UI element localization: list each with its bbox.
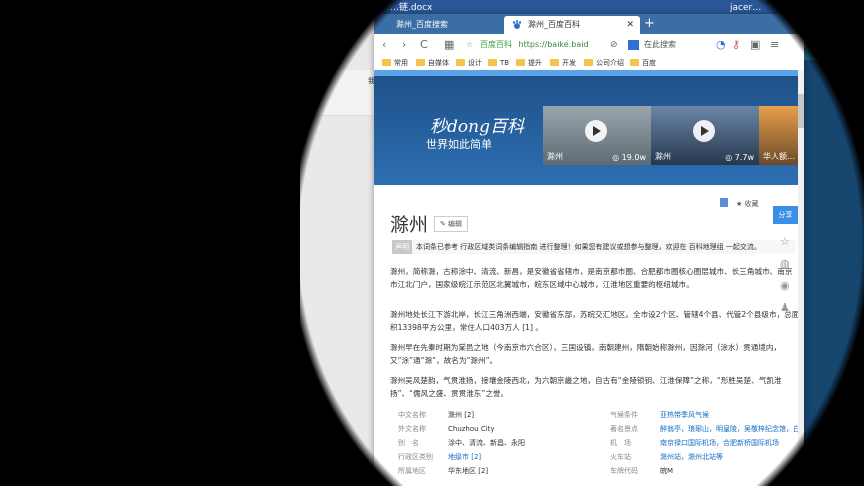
infobox-key: 车牌代码 xyxy=(610,467,638,475)
user-icon[interactable]: ◔ xyxy=(716,37,726,53)
infobox-key: 行政区类别 xyxy=(398,453,433,461)
wechat-icon[interactable]: ◍ xyxy=(780,258,791,269)
infobox-key: 外文名称 xyxy=(398,425,426,433)
grid-icon[interactable]: ▦ xyxy=(444,37,454,53)
bookmark-item[interactable]: 提升 xyxy=(516,56,542,70)
edit-button[interactable]: ✎ 编辑 xyxy=(434,216,468,232)
infobox-value[interactable]: 醉翁亭，琅琊山，明皇陵，吴敬梓纪念馆，白蜡 xyxy=(660,422,798,436)
tab-search-label: 滁州_百度搜索 xyxy=(396,20,448,29)
bookmark-item[interactable]: 常用 xyxy=(382,56,408,70)
word-ribbon: 我 xyxy=(300,70,380,116)
infobox-value[interactable]: 地级市 [2] xyxy=(448,450,481,464)
qq-icon[interactable]: ♟ xyxy=(780,302,791,313)
video-thumbnail[interactable]: 华人额… xyxy=(759,106,798,165)
banner-strip xyxy=(374,70,798,76)
tab-baike-label: 滁州_百度百科 xyxy=(528,20,580,29)
infobox-key: 气候条件 xyxy=(610,411,638,419)
share-button[interactable]: 分享 xyxy=(773,206,798,224)
page-content: 秒dong百科 世界如此简单 滁州 ◎ 19.0w 滁州 ◎ 7.7w 华人额… xyxy=(374,70,798,486)
bookmark-item[interactable]: 公司介绍 xyxy=(584,56,624,70)
infobox-key: 别 名 xyxy=(398,439,419,447)
play-icon[interactable] xyxy=(585,120,607,142)
article-paragraph: 滁州吴风楚韵，气贯淮扬，接壤金陵西北，为六朝京畿之地，自古有“金陵锁钥、江淮保障… xyxy=(390,376,782,398)
infobox-value: 滁州 [2] xyxy=(448,411,475,419)
download-icon[interactable] xyxy=(720,198,728,207)
black-border xyxy=(0,0,300,486)
video-caption: 滁州 xyxy=(547,152,563,161)
back-button[interactable]: ‹ xyxy=(382,37,386,53)
star-icon[interactable]: ☆ xyxy=(780,236,791,247)
search-placeholder: 在此搜索 xyxy=(644,40,676,49)
video-thumbnail[interactable]: 滁州 ◎ 7.7w xyxy=(651,106,759,165)
play-icon[interactable] xyxy=(693,120,715,142)
new-tab-button[interactable]: + xyxy=(644,15,655,33)
address-clear-icon[interactable]: ⊘ xyxy=(610,37,618,53)
scrollbar[interactable] xyxy=(798,70,804,486)
reload-button[interactable]: C xyxy=(420,37,428,53)
video-views: ◎ 19.0w xyxy=(612,153,646,162)
infobox-value[interactable]: 南京禄口国际机场，合肥新桥国际机场 xyxy=(660,436,798,450)
infobox-key: 所属地区 xyxy=(398,467,426,475)
nav-bar: ‹ › C ▦ ☆ 百度百科 https://baike.baid ⊘ 在此搜索… xyxy=(374,34,804,57)
tab-baike[interactable]: 滁州_百度百科 ✕ xyxy=(504,16,640,34)
article-paragraph: 滁州，简称滁，古称涂中、清流、新昌，是安徽省省辖市，是南京都市圈、合肥都市圈核心… xyxy=(390,267,793,289)
infobox-key: 著名景点 xyxy=(610,425,638,433)
infobox-value: 涂中、清流、新昌、永阳 xyxy=(448,439,525,447)
infobox-value: 华东地区 [2] xyxy=(448,467,489,475)
weibo-icon[interactable]: ◉ xyxy=(780,280,791,291)
bookmark-item[interactable]: TB xyxy=(488,56,509,70)
banner: 秒dong百科 世界如此简单 滁州 ◎ 19.0w 滁州 ◎ 7.7w 华人额… xyxy=(374,70,798,185)
article-toolbar: ★ 收藏 xyxy=(374,197,798,211)
share-sidebar: 分享 ☆ ◍ ◉ ♟ xyxy=(773,206,798,356)
scrollbar-thumb[interactable] xyxy=(798,94,804,128)
tab-search[interactable]: 滁州_百度搜索 xyxy=(374,16,498,34)
key-icon[interactable]: ⚷ xyxy=(732,37,740,53)
baike-logo[interactable]: 秒dong百科 xyxy=(430,112,524,137)
browser-window: 滁州_百度搜索 滁州_百度百科 ✕ + ‹ › C ▦ ☆ 百度百科 https… xyxy=(374,14,804,486)
menu-icon[interactable]: ≡ xyxy=(770,37,779,53)
screen: …链.docx jacer… 我 滁州_百度搜索 滁州_百度百科 ✕ + ‹ ›… xyxy=(0,0,864,486)
address-bar[interactable]: ☆ 百度百科 https://baike.baid xyxy=(466,37,606,53)
infobox-value[interactable]: 亚热带季风气候 xyxy=(660,408,709,422)
video-caption: 滁州 xyxy=(655,152,671,161)
article-paragraph: 滁州早在先秦时期为棠邑之地（今南京市六合区），三国设镇，南朝建州，隋朝始称滁州，… xyxy=(390,343,782,365)
infobox-key: 火车站 xyxy=(610,453,631,461)
slogan: 世界如此简单 xyxy=(426,138,492,151)
infobox: 中文名称 滁州 [2] 气候条件 亚热带季风气候 外文名称 Chuzhou Ci… xyxy=(390,408,798,486)
bookmark-item[interactable]: 自媒体 xyxy=(416,56,449,70)
page-title: 滁州 xyxy=(390,214,429,236)
collect-button[interactable]: ★ 收藏 xyxy=(736,199,759,209)
bookmark-item[interactable]: 百度 xyxy=(630,56,656,70)
bookmarks-bar: 常用 自媒体 设计 TB 提升 开发 公司介绍 百度 xyxy=(374,56,804,71)
infobox-value: Chuzhou City xyxy=(448,425,495,433)
article-paragraph: 滁州地处长江下游北岸，长江三角洲西端，安徽省东部，苏皖交汇地区。全市设2个区、管… xyxy=(390,310,798,332)
search-engine-icon[interactable] xyxy=(628,40,639,50)
star-icon[interactable]: ☆ xyxy=(466,37,473,53)
notice-bar: 声明 本词条已参考 行政区域类词条编辑指南 进行整理！如果您有建议或想参与整理，欢… xyxy=(392,240,796,254)
notice-tag: 声明 xyxy=(392,240,412,254)
video-views: ◎ 7.7w xyxy=(725,153,754,162)
video-thumbnail[interactable]: 滁州 ◎ 19.0w xyxy=(543,106,651,165)
address-site-name: 百度百科 xyxy=(480,40,512,49)
tab-bar: 滁州_百度搜索 滁州_百度百科 ✕ + xyxy=(374,14,804,34)
infobox-value: 皖M xyxy=(660,467,674,475)
video-caption: 华人额… xyxy=(763,152,795,161)
forward-button[interactable]: › xyxy=(402,37,406,53)
screenshot-icon[interactable]: ▣ xyxy=(750,37,760,53)
infobox-key: 中文名称 xyxy=(398,411,426,419)
bookmark-item[interactable]: 开发 xyxy=(550,56,576,70)
notice-text: 本词条已参考 行政区域类词条编辑指南 进行整理！如果您有建议或想参与整理，欢迎在… xyxy=(416,243,761,251)
address-url: https://baike.baid xyxy=(518,40,589,49)
infobox-value[interactable]: 滁州站，滁州北站等 xyxy=(660,450,723,464)
infobox-key: 机 场 xyxy=(610,439,631,447)
close-tab-icon[interactable]: ✕ xyxy=(626,16,634,34)
bookmark-item[interactable]: 设计 xyxy=(456,56,482,70)
baidu-paw-icon xyxy=(512,20,522,29)
search-input[interactable]: 在此搜索 xyxy=(626,37,706,53)
